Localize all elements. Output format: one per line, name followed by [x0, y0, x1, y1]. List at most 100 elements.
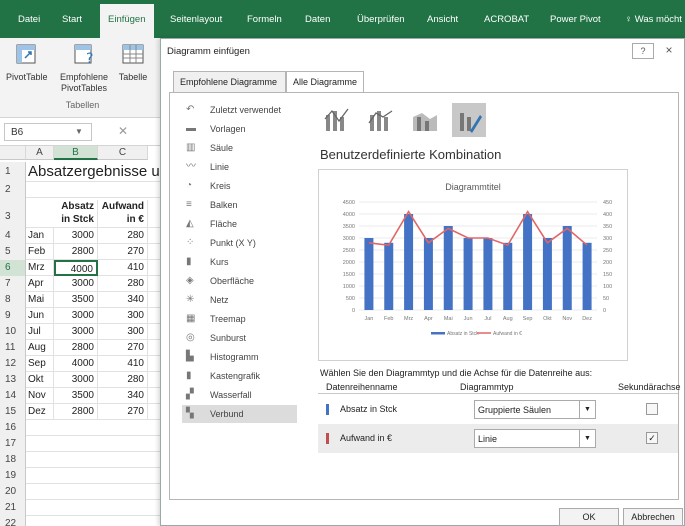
chevron-down-icon[interactable]: ▼: [579, 401, 595, 418]
recommended-pivottables-button[interactable]: ? Empfohlene PivotTables: [50, 42, 118, 94]
chart-type-item[interactable]: ▙ Histogramm: [182, 348, 297, 366]
row-number[interactable]: 11: [0, 340, 26, 356]
tab-all-charts[interactable]: Alle Diagramme: [286, 71, 364, 93]
column-header-a[interactable]: A: [26, 146, 54, 160]
combo-clustered-column-line-icon[interactable]: [320, 103, 354, 137]
tab-seitenlayout[interactable]: Seitenlayout: [170, 14, 222, 25]
row-number[interactable]: 13: [0, 372, 26, 388]
table-cell[interactable]: Jul: [26, 324, 54, 340]
column-header-b[interactable]: B: [54, 146, 98, 160]
row-number[interactable]: 12: [0, 356, 26, 372]
row-number[interactable]: 8: [0, 292, 26, 308]
row-number[interactable]: 10: [0, 324, 26, 340]
table-cell[interactable]: 3000: [54, 276, 98, 292]
row-number[interactable]: 9: [0, 308, 26, 324]
table-cell[interactable]: 300: [98, 308, 148, 324]
row-number[interactable]: 22: [0, 516, 26, 526]
cancel-formula-icon[interactable]: ✕: [118, 124, 128, 138]
table-cell[interactable]: 3500: [54, 388, 98, 404]
table-cell[interactable]: Jan: [26, 228, 54, 244]
cancel-button[interactable]: Abbrechen: [623, 508, 683, 526]
row-number[interactable]: 3: [0, 198, 26, 228]
chart-type-item[interactable]: ◈ Oberfläche: [182, 272, 297, 290]
tab-ueberpruefen[interactable]: Überprüfen: [357, 14, 405, 25]
header-cell-absatz[interactable]: Absatz in Stck: [54, 200, 98, 230]
table-cell[interactable]: 2800: [54, 404, 98, 420]
chart-type-item[interactable]: ◭ Fläche: [182, 215, 297, 233]
table-cell[interactable]: Nov: [26, 388, 54, 404]
help-button[interactable]: ?: [632, 43, 654, 59]
table-cell[interactable]: 4000: [54, 356, 98, 372]
table-cell[interactable]: 280: [98, 276, 148, 292]
chart-type-item[interactable]: 〰 Linie: [182, 158, 297, 176]
tab-formeln[interactable]: Formeln: [247, 14, 282, 25]
row-number[interactable]: 7: [0, 276, 26, 292]
row-number[interactable]: 1: [0, 162, 26, 182]
header-cell-aufwand[interactable]: Aufwand in €: [98, 200, 148, 230]
chart-type-item[interactable]: ▞ Wasserfall: [182, 386, 297, 404]
row-number[interactable]: 2: [0, 182, 26, 198]
tab-einfuegen[interactable]: Einfügen: [100, 4, 154, 38]
chart-type-item[interactable]: ◔ Kreis: [182, 177, 297, 195]
chart-type-item[interactable]: ▚ Verbund: [182, 405, 297, 423]
tab-datei[interactable]: Datei: [18, 14, 40, 25]
table-cell[interactable]: Mrz: [26, 260, 54, 276]
tell-me-search[interactable]: ♀ Was möcht: [625, 14, 682, 25]
secondary-axis-checkbox[interactable]: ✓: [646, 432, 658, 444]
chevron-down-icon[interactable]: ▼: [579, 430, 595, 447]
row-number[interactable]: 4: [0, 228, 26, 244]
table-cell[interactable]: 340: [98, 292, 148, 308]
chart-type-item[interactable]: ↶ Zuletzt verwendet: [182, 101, 297, 119]
chart-type-item[interactable]: ▦ Treemap: [182, 310, 297, 328]
row-number[interactable]: 18: [0, 452, 26, 468]
row-number[interactable]: 21: [0, 500, 26, 516]
tab-ansicht[interactable]: Ansicht: [427, 14, 458, 25]
table-cell[interactable]: Apr: [26, 276, 54, 292]
tab-start[interactable]: Start: [62, 14, 82, 25]
table-cell[interactable]: 3000: [54, 324, 98, 340]
table-cell[interactable]: 410: [98, 356, 148, 372]
table-cell[interactable]: Sep: [26, 356, 54, 372]
row-number[interactable]: 20: [0, 484, 26, 500]
row-number[interactable]: 6: [0, 260, 26, 276]
chart-type-item[interactable]: ✳ Netz: [182, 291, 297, 309]
row-number[interactable]: 5: [0, 244, 26, 260]
chart-type-item[interactable]: ▥ Säule: [182, 139, 297, 157]
custom-combination-icon[interactable]: [452, 103, 486, 137]
row-number[interactable]: 17: [0, 436, 26, 452]
chart-type-item[interactable]: ▮ Kastengrafik: [182, 367, 297, 385]
tab-daten[interactable]: Daten: [305, 14, 330, 25]
table-cell[interactable]: 410: [98, 260, 148, 276]
table-cell[interactable]: 280: [98, 228, 148, 244]
tab-power-pivot[interactable]: Power Pivot: [550, 14, 601, 25]
table-cell[interactable]: 270: [98, 340, 148, 356]
chart-type-item[interactable]: ▬ Vorlagen: [182, 120, 297, 138]
close-button[interactable]: ×: [658, 43, 680, 59]
table-cell[interactable]: 270: [98, 244, 148, 260]
chart-type-item[interactable]: ≡ Balken: [182, 196, 297, 214]
select-all-corner[interactable]: [0, 146, 26, 160]
chart-type-dropdown[interactable]: Linie ▼: [474, 429, 596, 448]
table-cell[interactable]: 3000: [54, 372, 98, 388]
column-header-c[interactable]: C: [98, 146, 148, 160]
row-number[interactable]: 19: [0, 468, 26, 484]
table-cell[interactable]: 270: [98, 404, 148, 420]
table-cell[interactable]: Jun: [26, 308, 54, 324]
chart-type-item[interactable]: ◎ Sunburst: [182, 329, 297, 347]
table-cell[interactable]: 340: [98, 388, 148, 404]
ok-button[interactable]: OK: [559, 508, 619, 526]
row-number[interactable]: 14: [0, 388, 26, 404]
chart-type-item[interactable]: ▮ Kurs: [182, 253, 297, 271]
table-cell[interactable]: 3000: [54, 228, 98, 244]
table-button[interactable]: Tabelle: [116, 42, 150, 83]
secondary-axis-checkbox[interactable]: [646, 403, 658, 415]
table-cell[interactable]: Mai: [26, 292, 54, 308]
table-cell[interactable]: 280: [98, 372, 148, 388]
table-cell[interactable]: Dez: [26, 404, 54, 420]
tab-recommended-charts[interactable]: Empfohlene Diagramme: [173, 71, 286, 93]
row-number[interactable]: 16: [0, 420, 26, 436]
combo-column-line-secondary-icon[interactable]: [364, 103, 398, 137]
name-box[interactable]: B6 ▼: [4, 123, 92, 141]
chart-type-dropdown[interactable]: Gruppierte Säulen ▼: [474, 400, 596, 419]
table-cell[interactable]: Aug: [26, 340, 54, 356]
